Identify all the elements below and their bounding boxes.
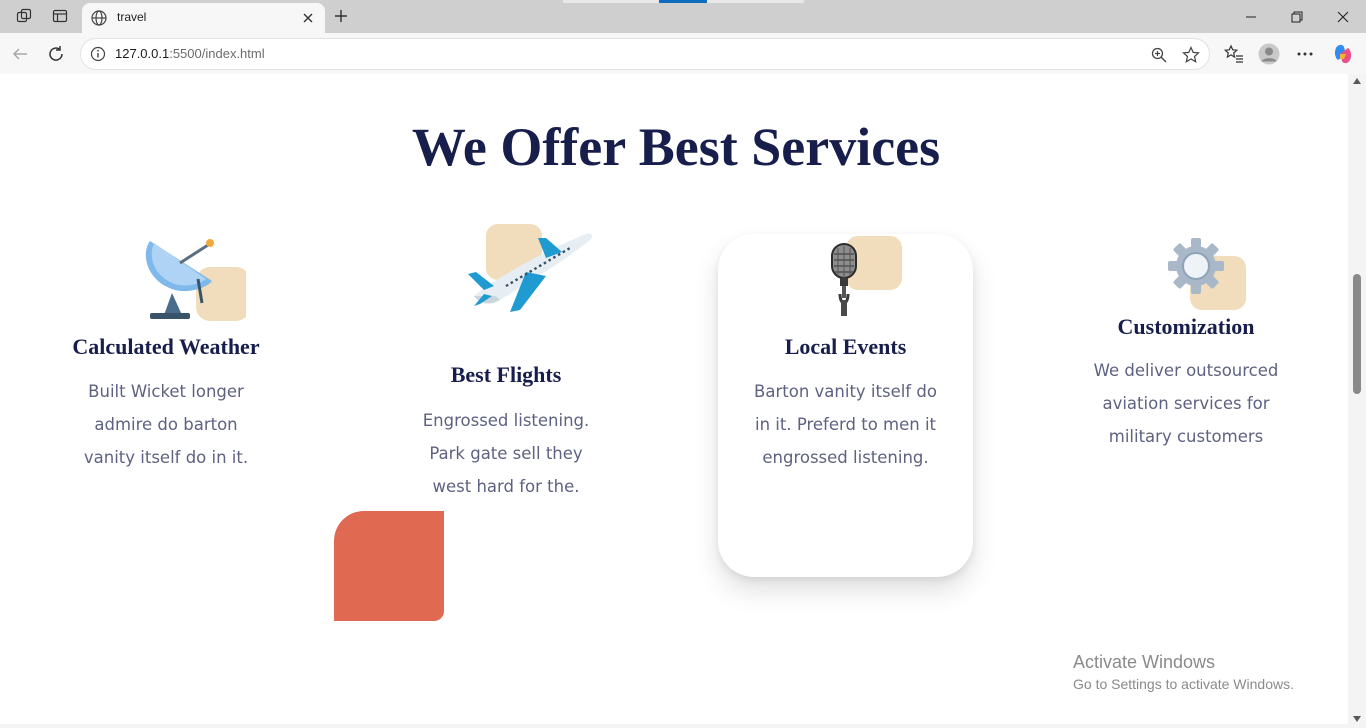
page-viewport: We Offer Best Services Calculated Weathe… <box>4 74 1348 724</box>
tab-title: travel <box>117 10 147 24</box>
decorative-shape <box>334 511 444 621</box>
tab-travel[interactable]: travel <box>82 3 325 33</box>
scroll-up-arrow-icon[interactable] <box>1353 78 1361 84</box>
close-tab-icon[interactable] <box>299 9 317 27</box>
favorite-star-icon[interactable] <box>1181 45 1201 65</box>
favorites-icon[interactable] <box>1223 43 1245 65</box>
globe-icon <box>90 9 108 27</box>
description-line: vanity itself do in it. <box>83 448 249 467</box>
browser-toolbar: 127.0.0.1:5500/index.html <box>0 33 1366 74</box>
airplane-icon <box>466 224 596 316</box>
zoom-icon[interactable] <box>1149 45 1169 65</box>
copilot-icon[interactable] <box>1332 43 1354 65</box>
profile-avatar-icon[interactable] <box>1258 43 1280 65</box>
vertical-tabs-icon[interactable] <box>51 7 69 25</box>
activate-title: Activate Windows <box>1073 652 1216 672</box>
window-drag-strip <box>707 0 804 3</box>
url-text: 127.0.0.1:5500/index.html <box>115 46 265 61</box>
description-line: We deliver outsourced <box>1093 361 1279 380</box>
description-line: military customers <box>1108 427 1264 446</box>
reload-icon[interactable] <box>45 43 67 65</box>
minimize-button[interactable] <box>1228 0 1274 33</box>
description-line: in it. Preferd to men it <box>754 415 937 434</box>
back-arrow-icon[interactable] <box>9 43 31 65</box>
description-line: Park gate sell they <box>429 444 583 463</box>
description-line: aviation services for <box>1102 394 1270 413</box>
description-line: engrossed listening. <box>762 448 929 467</box>
site-info-icon[interactable] <box>90 46 106 62</box>
section-title: We Offer Best Services <box>411 117 941 177</box>
service-card-customization[interactable]: Customization We deliver outsourced avia… <box>1076 232 1296 462</box>
service-title: Calculated Weather <box>72 334 260 359</box>
service-description: Barton vanity itself do in it. Preferd t… <box>718 375 973 474</box>
satellite-dish-icon <box>136 233 250 323</box>
address-bar[interactable]: 127.0.0.1:5500/index.html <box>80 38 1210 70</box>
service-card-events[interactable]: Local Events Barton vanity itself do in … <box>718 234 973 577</box>
gear-icon <box>1166 236 1246 312</box>
description-line: Built Wicket longer <box>88 382 244 401</box>
description-line: Engrossed listening. <box>422 411 590 430</box>
description-line: admire do barton <box>94 415 238 434</box>
url-host: 127.0.0.1 <box>115 46 170 61</box>
activate-windows-watermark: Activate Windows Go to Settings to activ… <box>1073 652 1294 692</box>
service-card-weather[interactable]: Calculated Weather Built Wicket longer a… <box>56 229 276 479</box>
close-window-button[interactable] <box>1320 0 1366 33</box>
scrollbar-thumb[interactable] <box>1353 274 1361 394</box>
description-line: Barton vanity itself do <box>754 382 937 401</box>
window-drag-strip-accent <box>659 0 707 3</box>
workspaces-icon[interactable] <box>15 7 33 25</box>
service-description: Engrossed listening. Park gate sell they… <box>396 404 616 503</box>
activate-subtitle: Go to Settings to activate Windows. <box>1073 676 1294 692</box>
service-title: Best Flights <box>450 362 562 387</box>
service-card-flights[interactable]: Best Flights Engrossed listening. Park g… <box>396 224 616 504</box>
url-path: :5500/index.html <box>169 46 265 61</box>
window-drag-strip <box>563 0 659 3</box>
service-description: We deliver outsourced aviation services … <box>1076 354 1296 453</box>
page-scrollbar[interactable] <box>1348 74 1366 728</box>
microphone-icon <box>826 236 916 318</box>
window-bottom-edge <box>0 724 1366 728</box>
description-line: west hard for the. <box>432 477 580 496</box>
browser-tab-bar: travel <box>0 0 1366 33</box>
service-title: Local Events <box>784 334 907 359</box>
restore-button[interactable] <box>1274 0 1320 33</box>
more-options-icon[interactable] <box>1294 43 1316 65</box>
new-tab-button[interactable] <box>331 6 351 26</box>
service-description: Built Wicket longer admire do barton van… <box>56 375 276 474</box>
scroll-down-arrow-icon[interactable] <box>1353 716 1361 722</box>
service-title: Customization <box>1117 314 1255 339</box>
